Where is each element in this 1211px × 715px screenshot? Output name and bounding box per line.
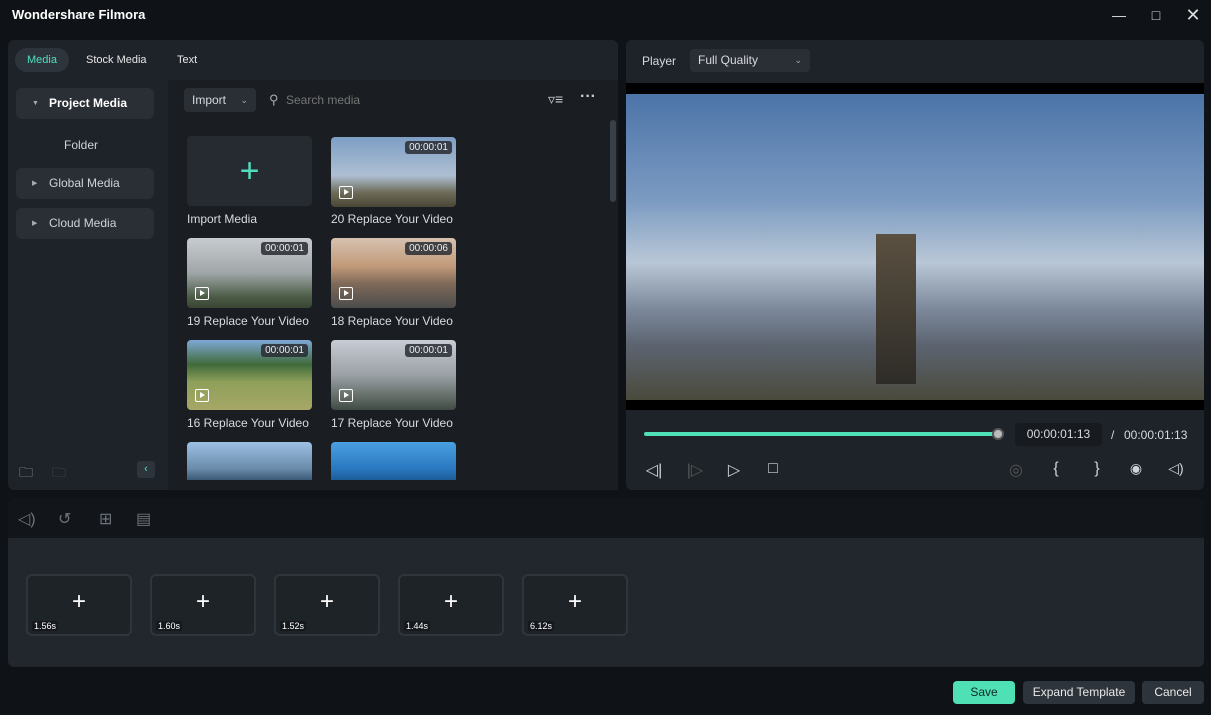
save-button[interactable]: Save — [953, 681, 1015, 704]
video-icon — [339, 287, 353, 300]
media-item[interactable]: 00:00:06 — [331, 238, 456, 308]
mark-in-icon[interactable]: { — [1045, 460, 1067, 478]
import-dropdown[interactable]: Import ⌄ — [184, 88, 256, 112]
collapse-sidebar-button[interactable]: ‹ — [137, 461, 155, 478]
quality-value: Full Quality — [698, 53, 759, 67]
caret-right-icon: ▶ — [32, 220, 38, 227]
media-label: 17 Replace Your Video — [331, 416, 453, 430]
slot-duration: 1.44s — [404, 621, 431, 631]
slot-duration: 6.12s — [528, 621, 555, 631]
media-label: 20 Replace Your Video — [331, 212, 453, 226]
plus-icon: + — [319, 588, 334, 615]
render-preview-icon[interactable]: ◎ — [1005, 460, 1027, 480]
plus-icon: + — [443, 588, 458, 615]
timeline-slot[interactable]: +6.12s — [522, 574, 628, 636]
hiker-figure — [876, 234, 916, 384]
play-icon[interactable]: ▷ — [723, 460, 745, 480]
media-item[interactable]: 00:00:01 — [187, 238, 312, 308]
duration-badge: 00:00:01 — [261, 344, 308, 357]
timeline-slot[interactable]: +1.52s — [274, 574, 380, 636]
slot-duration: 1.60s — [156, 621, 183, 631]
edit-toolbar — [8, 498, 1204, 538]
player-label: Player — [642, 54, 677, 68]
cancel-button[interactable]: Cancel — [1142, 681, 1204, 704]
timeline-slot[interactable]: +1.44s — [398, 574, 504, 636]
time-separator: / — [1111, 428, 1115, 442]
media-item[interactable]: 00:00:01 — [331, 340, 456, 410]
progress-bar[interactable] — [644, 432, 998, 436]
current-time[interactable]: 00:00:01:13 — [1015, 423, 1102, 446]
stop-icon[interactable]: □ — [762, 460, 784, 478]
tab-stock-media[interactable]: Stock Media — [74, 48, 159, 72]
import-media-tile[interactable]: + — [187, 136, 312, 206]
chevron-down-icon: ⌄ — [240, 95, 248, 105]
media-item[interactable]: 00:00:01 — [187, 340, 312, 410]
duration-badge: 00:00:01 — [261, 242, 308, 255]
import-label: Import — [192, 93, 227, 107]
video-icon — [339, 186, 353, 199]
video-icon — [339, 389, 353, 402]
total-time: 00:00:01:13 — [1124, 428, 1188, 442]
maximize-icon[interactable]: □ — [1145, 4, 1167, 26]
plus-icon: + — [239, 152, 260, 190]
duration-badge: 00:00:01 — [405, 141, 452, 154]
sidebar-item-global-media[interactable]: ▶ Global Media — [16, 168, 154, 199]
sidebar-label: Cloud Media — [49, 216, 117, 230]
video-frame — [626, 94, 1204, 400]
sidebar-label: Global Media — [49, 176, 120, 190]
search-input[interactable] — [286, 89, 526, 111]
media-label: Import Media — [187, 212, 258, 226]
next-frame-icon[interactable]: |▷ — [684, 460, 706, 480]
mark-out-icon[interactable]: } — [1086, 460, 1108, 478]
more-icon[interactable]: ··· — [580, 88, 596, 106]
caret-down-icon: ▼ — [32, 100, 39, 107]
delete-folder-icon[interactable]: 🗀 — [52, 462, 66, 486]
fit-icon[interactable]: ▤ — [136, 509, 151, 529]
media-label: 19 Replace Your Video — [187, 314, 309, 328]
snapshot-icon[interactable]: ◉ — [1125, 460, 1147, 477]
plus-icon: + — [71, 588, 86, 615]
media-item[interactable] — [187, 442, 312, 480]
media-item[interactable]: 00:00:01 — [331, 137, 456, 207]
sidebar-label: Project Media — [49, 96, 128, 110]
duration-badge: 00:00:01 — [405, 344, 452, 357]
app-title: Wondershare Filmora — [12, 7, 146, 22]
media-label: 18 Replace Your Video — [331, 314, 453, 328]
plus-icon: + — [567, 588, 582, 615]
duration-badge: 00:00:06 — [405, 242, 452, 255]
volume-icon[interactable]: ◁) — [1165, 460, 1187, 477]
volume-icon[interactable]: ◁) — [18, 509, 36, 529]
rotate-icon[interactable]: ↺ — [58, 509, 71, 529]
plus-icon: + — [195, 588, 210, 615]
filter-icon[interactable]: ▿≡ — [548, 91, 563, 108]
media-item[interactable] — [331, 442, 456, 480]
caret-right-icon: ▶ — [32, 180, 38, 187]
video-icon — [195, 287, 209, 300]
tab-media[interactable]: Media — [15, 48, 69, 72]
progress-handle[interactable] — [992, 428, 1004, 440]
slot-duration: 1.56s — [32, 621, 59, 631]
chevron-down-icon: ⌄ — [794, 55, 802, 65]
slot-duration: 1.52s — [280, 621, 307, 631]
sidebar-item-project-media[interactable]: ▼ Project Media — [16, 88, 154, 119]
sidebar-item-folder[interactable]: Folder — [64, 138, 98, 152]
sidebar-item-cloud-media[interactable]: ▶ Cloud Media — [16, 208, 154, 239]
crop-icon[interactable]: ⊞ — [99, 509, 112, 529]
search-icon: ⚲ — [269, 92, 279, 107]
close-icon[interactable]: ✕ — [1182, 4, 1204, 26]
timeline-slot[interactable]: +1.56s — [26, 574, 132, 636]
previous-frame-icon[interactable]: ◁| — [643, 460, 665, 480]
media-label: 16 Replace Your Video — [187, 416, 309, 430]
minimize-icon[interactable]: — — [1108, 4, 1130, 26]
new-folder-icon[interactable]: 🗀 — [19, 462, 33, 486]
quality-dropdown[interactable]: Full Quality ⌄ — [690, 49, 810, 72]
media-scrollbar[interactable] — [610, 120, 616, 202]
expand-template-button[interactable]: Expand Template — [1023, 681, 1135, 704]
tab-text[interactable]: Text — [165, 48, 209, 72]
timeline-slot[interactable]: +1.60s — [150, 574, 256, 636]
video-icon — [195, 389, 209, 402]
